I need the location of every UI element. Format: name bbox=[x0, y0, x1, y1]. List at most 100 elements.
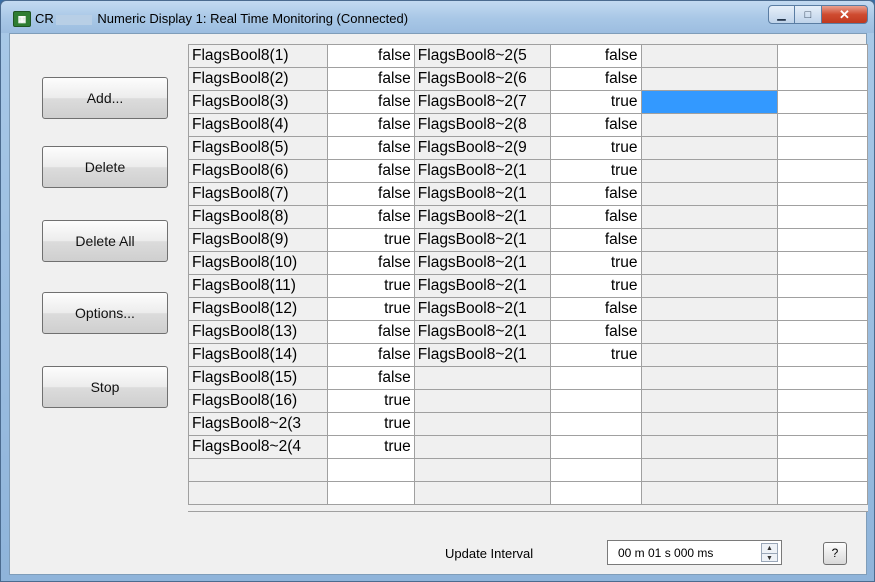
empty-cell[interactable] bbox=[640, 136, 779, 160]
variable-value-cell[interactable]: false bbox=[326, 366, 415, 390]
variable-value-cell[interactable]: false bbox=[326, 343, 415, 367]
variable-value-cell[interactable]: false bbox=[326, 320, 415, 344]
empty-cell[interactable] bbox=[777, 389, 868, 413]
variable-value-cell[interactable]: false bbox=[549, 182, 642, 206]
table-row[interactable]: FlagsBool8(8) false FlagsBool8~2(1 false bbox=[188, 205, 868, 229]
variable-value-cell[interactable]: false bbox=[549, 205, 642, 229]
empty-cell[interactable] bbox=[777, 274, 868, 298]
empty-cell[interactable] bbox=[640, 320, 779, 344]
variable-name-cell[interactable]: FlagsBool8(8) bbox=[188, 205, 328, 229]
table-row[interactable]: FlagsBool8~2(4 true bbox=[188, 435, 868, 459]
empty-cell[interactable] bbox=[549, 481, 642, 505]
variable-name-cell[interactable]: FlagsBool8(13) bbox=[188, 320, 328, 344]
interval-spinner[interactable]: ▲ ▼ bbox=[761, 543, 778, 562]
empty-cell[interactable] bbox=[640, 44, 779, 68]
empty-cell[interactable] bbox=[640, 481, 779, 505]
variable-name-cell[interactable]: FlagsBool8(1) bbox=[188, 44, 328, 68]
variable-value-cell[interactable]: true bbox=[549, 251, 642, 275]
empty-cell[interactable] bbox=[413, 389, 551, 413]
stop-button[interactable]: Stop bbox=[42, 366, 168, 408]
empty-cell[interactable] bbox=[777, 412, 868, 436]
table-row[interactable]: FlagsBool8(2) false FlagsBool8~2(6 false bbox=[188, 67, 868, 91]
empty-cell[interactable] bbox=[640, 343, 779, 367]
variable-value-cell[interactable]: true bbox=[549, 136, 642, 160]
empty-cell[interactable] bbox=[413, 458, 551, 482]
empty-cell[interactable] bbox=[549, 458, 642, 482]
empty-cell[interactable] bbox=[777, 228, 868, 252]
variable-value-cell[interactable]: false bbox=[326, 113, 415, 137]
empty-cell[interactable] bbox=[549, 412, 642, 436]
table-row[interactable]: FlagsBool8(7) false FlagsBool8~2(1 false bbox=[188, 182, 868, 206]
table-row[interactable]: FlagsBool8(12) true FlagsBool8~2(1 false bbox=[188, 297, 868, 321]
variable-name-cell[interactable]: FlagsBool8~2(1 bbox=[413, 251, 551, 275]
variable-name-cell[interactable]: FlagsBool8(5) bbox=[188, 136, 328, 160]
empty-cell[interactable] bbox=[640, 182, 779, 206]
table-row[interactable]: FlagsBool8(6) false FlagsBool8~2(1 true bbox=[188, 159, 868, 183]
variable-name-cell[interactable]: FlagsBool8(7) bbox=[188, 182, 328, 206]
help-button[interactable]: ? bbox=[823, 542, 847, 565]
empty-cell[interactable] bbox=[640, 458, 779, 482]
variable-value-cell[interactable]: true bbox=[549, 90, 642, 114]
variable-name-cell[interactable]: FlagsBool8~2(7 bbox=[413, 90, 551, 114]
empty-cell[interactable] bbox=[777, 297, 868, 321]
empty-cell[interactable] bbox=[413, 366, 551, 390]
empty-cell[interactable] bbox=[640, 412, 779, 436]
empty-cell[interactable] bbox=[640, 297, 779, 321]
empty-cell[interactable] bbox=[326, 481, 415, 505]
variable-name-cell[interactable]: FlagsBool8(3) bbox=[188, 90, 328, 114]
empty-cell[interactable] bbox=[188, 458, 328, 482]
variable-name-cell[interactable]: FlagsBool8~2(1 bbox=[413, 343, 551, 367]
add-button[interactable]: Add... bbox=[42, 77, 168, 119]
table-row[interactable]: FlagsBool8(1) false FlagsBool8~2(5 false bbox=[188, 44, 868, 68]
empty-cell[interactable] bbox=[640, 251, 779, 275]
empty-cell[interactable] bbox=[777, 320, 868, 344]
delete-all-button[interactable]: Delete All bbox=[42, 220, 168, 262]
minimize-button[interactable]: ▁ bbox=[768, 5, 795, 24]
empty-cell[interactable] bbox=[777, 458, 868, 482]
variable-name-cell[interactable]: FlagsBool8~2(1 bbox=[413, 320, 551, 344]
spin-up-icon[interactable]: ▲ bbox=[762, 544, 777, 554]
empty-cell[interactable] bbox=[549, 366, 642, 390]
empty-cell[interactable] bbox=[777, 90, 868, 114]
empty-cell[interactable] bbox=[777, 113, 868, 137]
variable-name-cell[interactable]: FlagsBool8(4) bbox=[188, 113, 328, 137]
empty-cell[interactable] bbox=[640, 366, 779, 390]
variable-value-cell[interactable]: false bbox=[549, 228, 642, 252]
variable-name-cell[interactable]: FlagsBool8(9) bbox=[188, 228, 328, 252]
close-button[interactable]: ✕ bbox=[822, 5, 868, 24]
variable-value-cell[interactable]: true bbox=[326, 435, 415, 459]
empty-cell[interactable] bbox=[777, 251, 868, 275]
empty-cell[interactable] bbox=[549, 389, 642, 413]
table-row[interactable]: FlagsBool8(10) false FlagsBool8~2(1 true bbox=[188, 251, 868, 275]
update-interval-field[interactable]: 00 m 01 s 000 ms ▲ ▼ bbox=[607, 540, 782, 565]
table-row[interactable]: FlagsBool8(16) true bbox=[188, 389, 868, 413]
variable-name-cell[interactable]: FlagsBool8~2(6 bbox=[413, 67, 551, 91]
variable-value-cell[interactable]: false bbox=[326, 90, 415, 114]
variable-name-cell[interactable]: FlagsBool8~2(1 bbox=[413, 228, 551, 252]
empty-cell[interactable] bbox=[640, 274, 779, 298]
empty-cell[interactable] bbox=[777, 343, 868, 367]
variable-name-cell[interactable]: FlagsBool8~2(1 bbox=[413, 159, 551, 183]
variable-name-cell[interactable]: FlagsBool8~2(1 bbox=[413, 205, 551, 229]
variable-value-cell[interactable]: false bbox=[549, 44, 642, 68]
empty-cell[interactable] bbox=[413, 481, 551, 505]
variable-value-cell[interactable]: false bbox=[326, 136, 415, 160]
variable-name-cell[interactable]: FlagsBool8(14) bbox=[188, 343, 328, 367]
table-row[interactable]: FlagsBool8(11) true FlagsBool8~2(1 true bbox=[188, 274, 868, 298]
empty-cell[interactable] bbox=[777, 205, 868, 229]
table-row[interactable] bbox=[188, 458, 868, 482]
variable-value-cell[interactable]: false bbox=[326, 44, 415, 68]
empty-cell[interactable] bbox=[640, 159, 779, 183]
variable-value-cell[interactable]: true bbox=[326, 228, 415, 252]
delete-button[interactable]: Delete bbox=[42, 146, 168, 188]
table-row[interactable]: FlagsBool8(4) false FlagsBool8~2(8 false bbox=[188, 113, 868, 137]
variable-name-cell[interactable]: FlagsBool8(16) bbox=[188, 389, 328, 413]
variable-value-cell[interactable]: true bbox=[326, 389, 415, 413]
empty-cell[interactable] bbox=[777, 182, 868, 206]
empty-cell[interactable] bbox=[640, 435, 779, 459]
empty-cell[interactable] bbox=[777, 44, 868, 68]
variable-name-cell[interactable]: FlagsBool8~2(1 bbox=[413, 182, 551, 206]
variable-value-cell[interactable]: false bbox=[326, 251, 415, 275]
table-row[interactable]: FlagsBool8(9) true FlagsBool8~2(1 false bbox=[188, 228, 868, 252]
empty-cell[interactable] bbox=[640, 389, 779, 413]
